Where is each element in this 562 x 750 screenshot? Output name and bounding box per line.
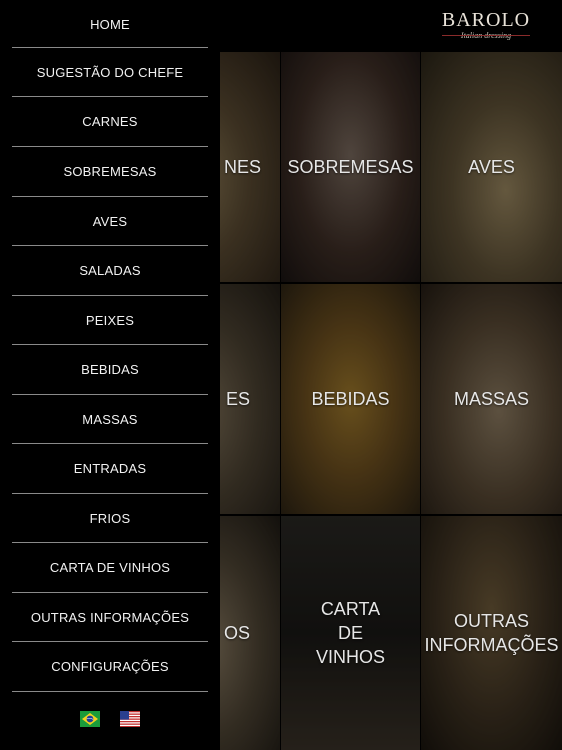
logo-rule	[442, 35, 530, 36]
menu-item-saladas[interactable]: SALADAS	[12, 246, 208, 294]
usa-flag-icon[interactable]	[120, 711, 140, 727]
side-menu: HOME SUGESTÃO DO CHEFE CARNES SOBREMESAS…	[0, 0, 220, 750]
tile-label: OS	[224, 623, 251, 643]
logo-wordmark: BAROLO	[441, 9, 531, 31]
brazil-flag-icon[interactable]	[80, 711, 100, 727]
menu-item-outras-informacoes[interactable]: OUTRAS INFORMAÇÕES	[12, 593, 208, 641]
tile-aves[interactable]: AVES	[421, 52, 562, 282]
tile-label: MASSAS	[453, 389, 530, 409]
tile-label: NES	[224, 157, 262, 177]
tile-label: AVES	[468, 157, 515, 177]
tile-bebidas[interactable]: BEBIDAS	[281, 284, 420, 514]
tile-label: OUTRAS INFORMAÇÕES	[424, 611, 559, 655]
menu-item-bebidas[interactable]: BEBIDAS	[12, 345, 208, 393]
menu-item-sugestao-do-chefe[interactable]: SUGESTÃO DO CHEFE	[12, 48, 208, 96]
tile-carta-de-vinhos[interactable]: CARTA DE VINHOS	[281, 516, 420, 750]
menu-item-peixes[interactable]: PEIXES	[12, 296, 208, 344]
menu-item-sobremesas[interactable]: SOBREMESAS	[12, 147, 208, 195]
menu-item-home[interactable]: HOME	[12, 0, 208, 48]
tile-label: CARTA DE VINHOS	[315, 599, 385, 667]
tile-massas[interactable]: MASSAS	[421, 284, 562, 514]
menu-item-entradas[interactable]: ENTRADAS	[12, 444, 208, 492]
tile-label: SOBREMESAS	[287, 157, 414, 177]
tile-outras-informacoes[interactable]: OUTRAS INFORMAÇÕES	[421, 516, 562, 750]
menu-item-carta-de-vinhos[interactable]: CARTA DE VINHOS	[12, 543, 208, 591]
tile-label: BEBIDAS	[311, 389, 390, 409]
menu-item-carnes[interactable]: CARNES	[12, 97, 208, 145]
menu-item-frios[interactable]: FRIOS	[12, 494, 208, 542]
menu-item-configuracoes[interactable]: CONFIGURAÇÕES	[12, 642, 208, 690]
tile-label: ES	[226, 389, 251, 409]
menu-item-massas[interactable]: MASSAS	[12, 395, 208, 443]
barolo-logo: BAROLO Italian dressing	[438, 10, 534, 40]
menu-separator	[12, 691, 208, 692]
menu-item-aves[interactable]: AVES	[12, 197, 208, 245]
tile-sobremesas[interactable]: SOBREMESAS	[281, 52, 420, 282]
